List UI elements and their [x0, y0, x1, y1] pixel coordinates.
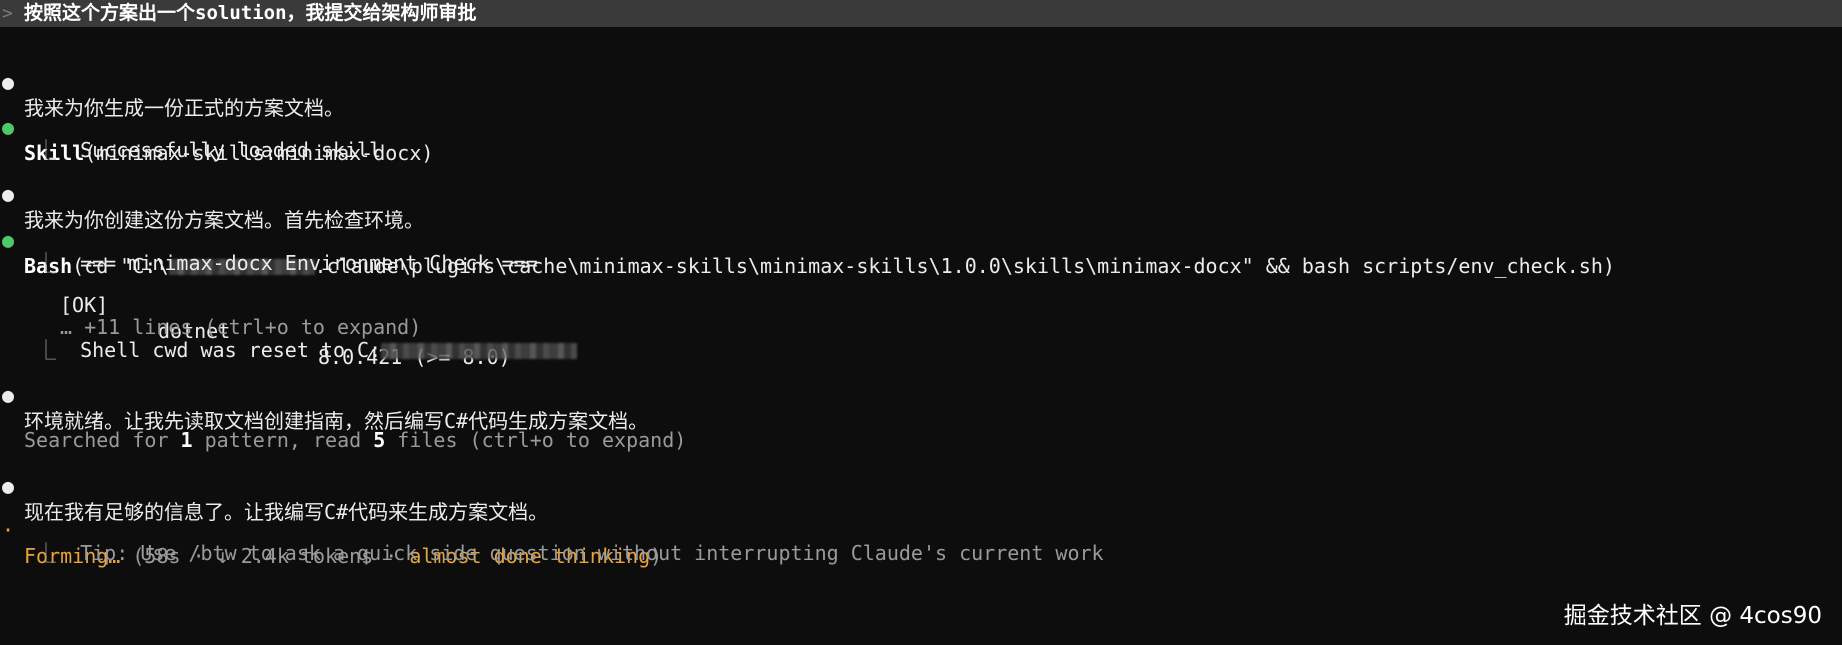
message-text: 我来为你创建这份方案文档。首先检查环境。 [24, 208, 424, 232]
tip-text: Tip: Use /btw to ask a quick side questi… [80, 541, 1104, 565]
env-check-header: === minimax-docx Environment Check === [80, 251, 538, 275]
redacted-path [381, 343, 578, 359]
pattern-count: 1 [180, 428, 193, 452]
terminal-window: > 按照这个方案出一个solution，我提交给架构师审批 ● 我来为你生成一份… [0, 0, 1842, 645]
message-text: 我来为你生成一份正式的方案文档。 [24, 96, 344, 120]
tree-branch-icon: ⎿ [36, 541, 56, 565]
tool-result-text: Successfully loaded skill [80, 138, 382, 162]
message-text: 现在我有足够的信息了。让我编写C#代码来生成方案文档。 [24, 500, 549, 524]
prompt-caret: > [2, 3, 13, 24]
search-summary-suffix[interactable]: files (ctrl+o to expand) [385, 428, 686, 452]
tip-line: ⎿ Tip: Use /btw to ask a quick side ques… [0, 514, 1104, 592]
user-prompt-text: 按照这个方案出一个solution，我提交给架构师审批 [24, 2, 477, 24]
user-prompt-bar: > 按照这个方案出一个solution，我提交给架构师审批 [0, 0, 1842, 27]
watermark: 掘金技术社区 @ 4cos90 [1563, 603, 1822, 629]
cwd-reset-text: Shell cwd was reset to C: [80, 338, 382, 362]
search-summary-mid: pattern, read [192, 428, 374, 452]
file-count: 5 [373, 428, 386, 452]
